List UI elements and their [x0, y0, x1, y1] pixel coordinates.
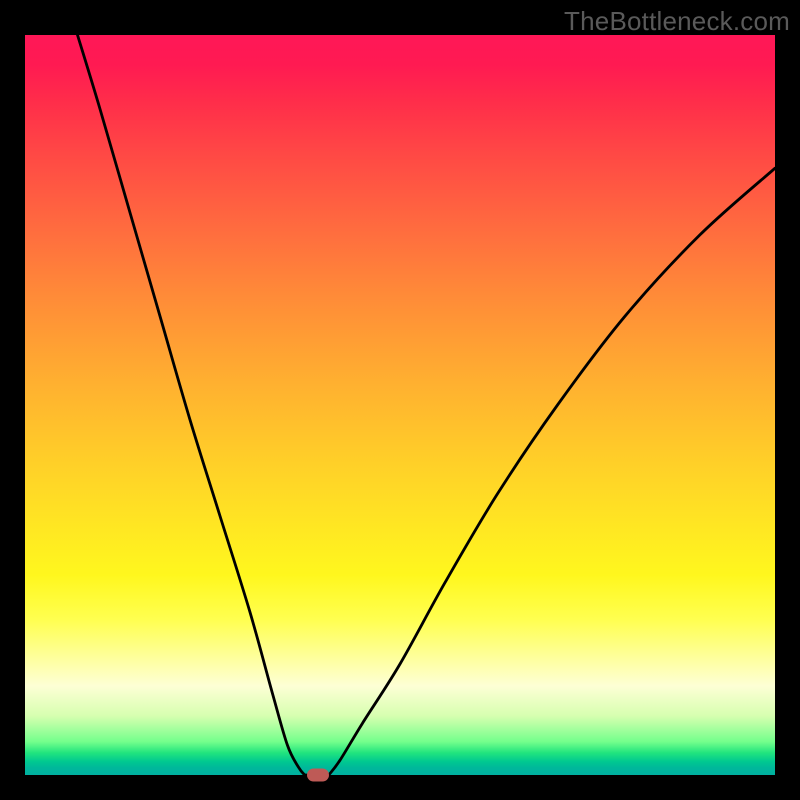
curve-path	[78, 35, 776, 775]
optimum-marker	[307, 769, 329, 782]
bottleneck-curve	[25, 35, 775, 775]
plot-area	[25, 35, 775, 775]
chart-frame: TheBottleneck.com	[0, 0, 800, 800]
watermark-text: TheBottleneck.com	[564, 6, 790, 37]
